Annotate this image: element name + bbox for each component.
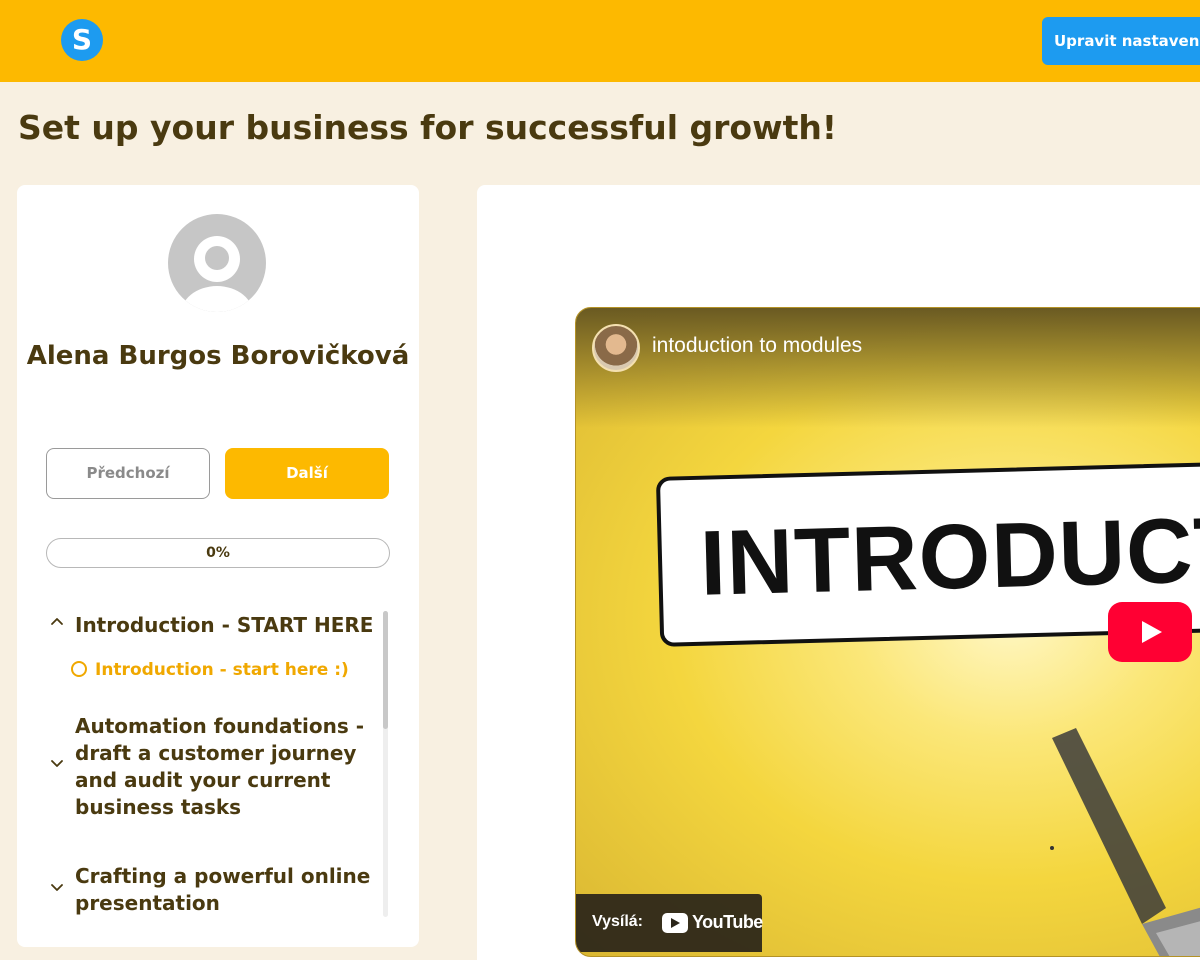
avatar (168, 214, 266, 312)
course-sidebar: Alena Burgos Borovičková Předchozí Další… (17, 185, 419, 947)
chevron-down-icon[interactable] (49, 879, 65, 895)
avatar-head-icon (194, 236, 240, 282)
chevron-up-icon[interactable] (49, 614, 65, 630)
thumbnail-title-text: INTRODUCTIO (698, 495, 1200, 615)
channel-avatar[interactable] (592, 324, 640, 372)
chevron-down-icon[interactable] (49, 755, 65, 771)
progress-bar: 0% (46, 538, 390, 568)
edit-settings-button[interactable]: Upravit nastavení (1042, 17, 1200, 65)
module-title[interactable]: Introduction - START HERE (75, 612, 373, 639)
video-title[interactable]: intoduction to modules (652, 334, 862, 358)
next-button[interactable]: Další (225, 448, 389, 499)
scrollbar-thumb[interactable] (383, 611, 388, 729)
app-logo[interactable]: S (61, 19, 103, 61)
progress-label: 0% (206, 545, 230, 561)
play-button[interactable] (1108, 602, 1192, 662)
laptop-illustration-icon (1050, 728, 1200, 956)
page-title: Set up your business for successful grow… (18, 108, 837, 147)
user-name: Alena Burgos Borovičková (26, 341, 410, 371)
lesson-title[interactable]: Introduction - start here :) (95, 660, 349, 680)
lesson-status-circle-icon (71, 661, 87, 677)
module-title[interactable]: Automation foundations - draft a custome… (75, 713, 382, 821)
module-title[interactable]: Crafting a powerful online presentation (75, 863, 382, 917)
avatar-body-icon (180, 286, 254, 312)
module-list-scrollbar[interactable] (383, 611, 388, 917)
youtube-logo-icon (662, 913, 688, 933)
lesson-item[interactable]: Introduction - start here :) (71, 658, 349, 682)
watch-on-youtube-badge[interactable]: Vysílá: YouTube (576, 894, 763, 952)
video-top-overlay (576, 308, 1200, 428)
video-player[interactable]: intoduction to modules INTRODUCTIO Vysíl… (575, 307, 1200, 957)
module-list: Introduction - START HERE Introduction -… (46, 607, 382, 919)
lesson-content-card: intoduction to modules INTRODUCTIO Vysíl… (477, 185, 1200, 960)
previous-button[interactable]: Předchozí (46, 448, 210, 499)
top-bar: S Upravit nastavení (0, 0, 1200, 82)
youtube-wordmark: YouTube (692, 912, 763, 932)
broadcast-label: Vysílá: (592, 913, 643, 930)
